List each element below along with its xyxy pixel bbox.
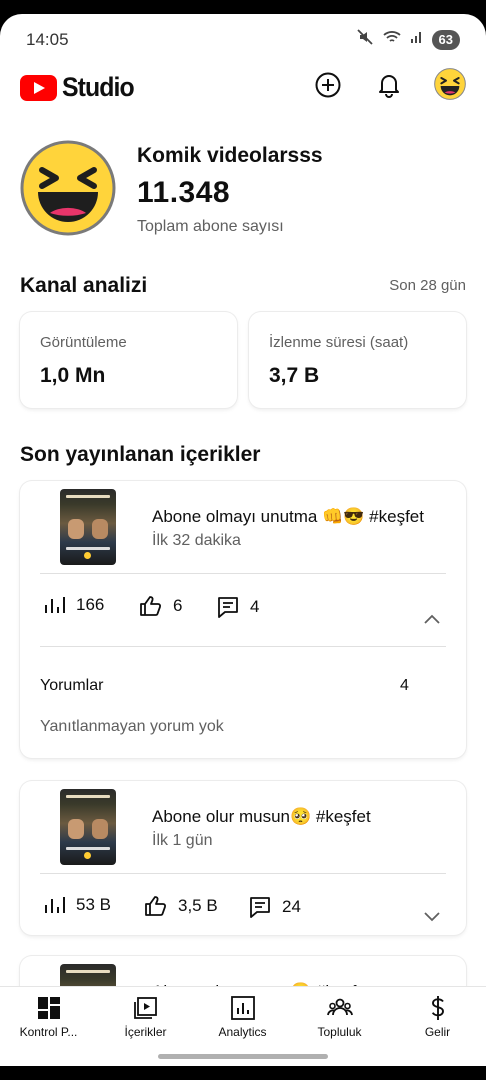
nav-label: İçerikler xyxy=(124,1025,167,1039)
collapse-button[interactable] xyxy=(422,609,442,629)
views-label: Görüntüleme xyxy=(40,334,127,351)
bell-icon xyxy=(379,75,399,98)
views-metric: 53 B xyxy=(44,895,111,915)
comments-metric: 4 xyxy=(216,595,259,619)
battery-indicator: 63 xyxy=(431,29,460,50)
content-card: Abone olmayı unutma 👊😎 #keşfet İlk 32 da… xyxy=(20,481,466,758)
account-avatar[interactable] xyxy=(434,68,466,100)
divider xyxy=(40,873,446,874)
status-icons: 63 xyxy=(356,28,460,51)
nav-analytics[interactable]: Analytics xyxy=(194,987,291,1057)
dollar-icon xyxy=(431,996,444,1020)
wifi-icon xyxy=(382,29,402,50)
expand-button[interactable] xyxy=(422,906,442,926)
video-period: İlk 32 dakika xyxy=(152,532,241,549)
comments-section-count: 4 xyxy=(400,677,409,694)
watch-time-value: 3,7 B xyxy=(269,364,320,387)
video-period: İlk 1 gün xyxy=(152,832,213,849)
screen: 14:05 63 Studio Komik videolarsss 11.348… xyxy=(0,14,486,1066)
mute-icon xyxy=(356,28,374,51)
nav-label: Topluluk xyxy=(317,1025,362,1039)
views-metric: 166 xyxy=(44,595,104,615)
thumbs-up-icon xyxy=(145,896,167,916)
create-button[interactable] xyxy=(313,70,343,100)
youtube-play-icon xyxy=(20,74,57,101)
nav-label: Kontrol P... xyxy=(19,1025,78,1039)
channel-header: Komik videolarsss 11.348 Toplam abone sa… xyxy=(20,140,466,240)
comments-section-label[interactable]: Yorumlar xyxy=(40,677,103,695)
likes-count: 3,5 B xyxy=(178,896,218,915)
nav-label: Gelir xyxy=(424,1025,451,1039)
comments-metric: 24 xyxy=(248,895,301,919)
video-title[interactable]: Abone olur musun🥺 #keşfet xyxy=(152,807,371,827)
likes-metric: 6 xyxy=(139,595,182,617)
nav-earn[interactable]: Gelir xyxy=(389,987,486,1057)
likes-metric: 3,5 B xyxy=(144,895,218,917)
recent-content-title: Son yayınlanan içerikler xyxy=(20,443,261,466)
views-value: 1,0 Mn xyxy=(40,364,106,387)
video-thumbnail[interactable] xyxy=(60,489,116,565)
bar-chart-icon xyxy=(45,897,65,913)
comment-icon xyxy=(250,897,270,918)
channel-analytics-title: Kanal analizi xyxy=(20,274,148,297)
subscriber-count: 11.348 xyxy=(137,176,231,209)
logo-text: Studio xyxy=(62,72,135,102)
studio-logo[interactable]: Studio xyxy=(20,72,140,103)
content-icon xyxy=(133,997,157,1019)
subscriber-count-label: Toplam abone sayısı xyxy=(137,218,284,235)
views-count: 166 xyxy=(76,595,105,614)
unanswered-comments-note: Yanıtlanmayan yorum yok xyxy=(40,718,224,735)
gesture-bar[interactable] xyxy=(158,1054,328,1059)
laughing-emoji-avatar-icon xyxy=(434,68,466,100)
nav-content[interactable]: İçerikler xyxy=(97,987,194,1057)
video-thumbnail[interactable] xyxy=(60,789,116,865)
chevron-down-icon xyxy=(424,912,440,922)
content-card: Abone olur musun🥺 #keşfet İlk 1 gün 53 B… xyxy=(20,781,466,935)
divider xyxy=(40,573,446,574)
comments-count: 24 xyxy=(282,897,301,916)
analytics-icon xyxy=(230,996,255,1020)
nav-community[interactable]: Topluluk xyxy=(291,987,388,1057)
views-card[interactable]: Görüntüleme 1,0 Mn xyxy=(20,312,237,408)
divider xyxy=(40,646,446,647)
views-count: 53 B xyxy=(76,895,111,914)
watch-time-card[interactable]: İzlenme süresi (saat) 3,7 B xyxy=(249,312,466,408)
channel-avatar[interactable] xyxy=(20,140,116,236)
dashboard-icon xyxy=(37,997,60,1019)
video-title[interactable]: Abone olmayı unutma 👊😎 #keşfet xyxy=(152,507,424,527)
community-icon xyxy=(326,998,353,1016)
add-icon xyxy=(315,72,341,98)
watch-time-label: İzlenme süresi (saat) xyxy=(269,334,409,351)
laughing-emoji-avatar-icon xyxy=(20,140,116,236)
comments-count: 4 xyxy=(250,597,260,616)
status-time: 14:05 xyxy=(26,30,69,49)
analytics-period: Son 28 gün xyxy=(389,277,466,294)
thumbs-up-icon xyxy=(140,596,162,616)
app-bar: Studio xyxy=(0,60,486,110)
signal-icon xyxy=(410,30,424,49)
status-bar: 14:05 63 xyxy=(0,14,486,60)
chevron-up-icon xyxy=(424,614,440,624)
nav-label: Analytics xyxy=(218,1025,267,1039)
channel-name: Komik videolarsss xyxy=(137,144,323,167)
comment-icon xyxy=(218,597,238,618)
notifications-button[interactable] xyxy=(374,70,404,100)
bar-chart-icon xyxy=(45,597,65,613)
nav-dashboard[interactable]: Kontrol P... xyxy=(0,987,97,1057)
likes-count: 6 xyxy=(173,596,183,615)
